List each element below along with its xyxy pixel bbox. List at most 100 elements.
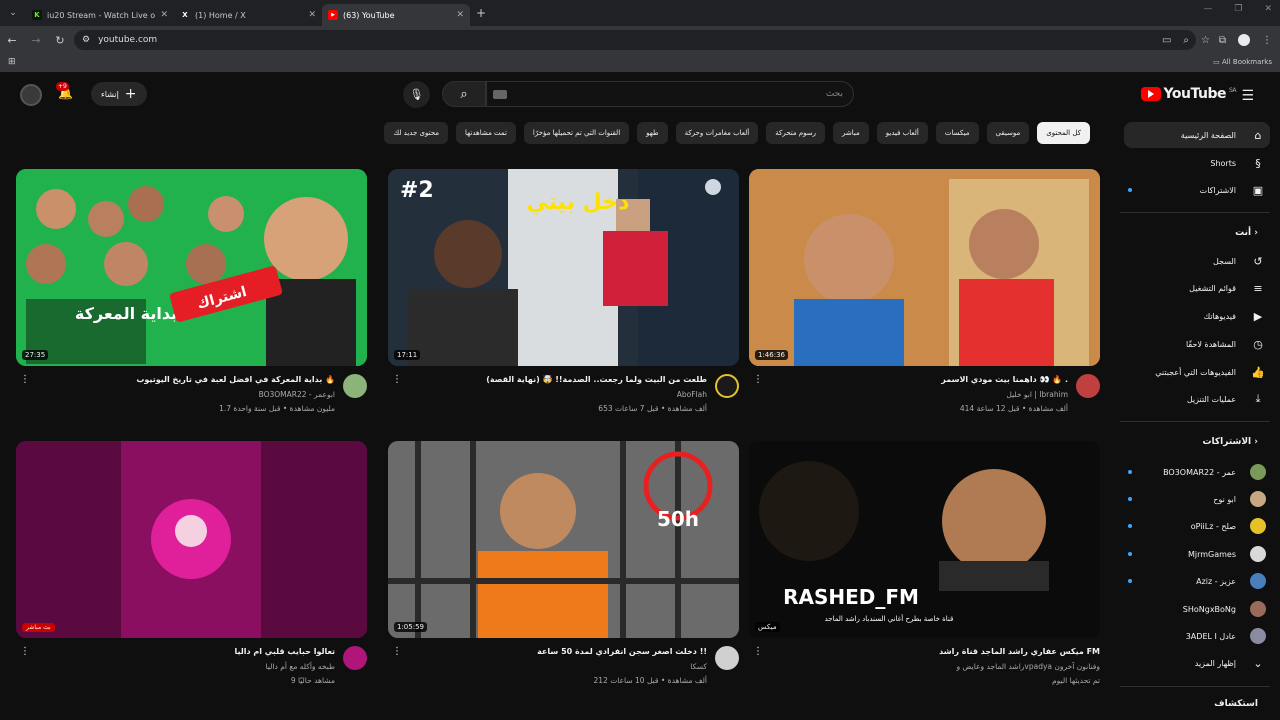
sidebar-item-your-videos[interactable]: فيديوهاتك ▶: [1124, 303, 1270, 329]
video-card[interactable]: 50h 1:05:59 دخلت اصغر سجن انفرادي لمدة 5…: [388, 441, 739, 702]
video-card[interactable]: بث مباشر تعالوا حبايب قلبي ام داليا طبخه…: [16, 441, 367, 702]
back-arrow-icon[interactable]: ←: [0, 34, 24, 47]
channel-avatar[interactable]: [343, 374, 367, 398]
sidebar-show-more[interactable]: إظهار المزيد ⌄: [1124, 650, 1270, 676]
video-card[interactable]: 1:46:36 داهمنا بيت مودي الاسمر 👀 🔥 . ابو…: [749, 169, 1100, 430]
video-card[interactable]: بداية المعركة اشتراك 27:35 بداية المعركة…: [16, 169, 367, 430]
more-options-icon[interactable]: ⋮: [392, 374, 402, 385]
browser-menu-icon[interactable]: ⋮: [1262, 35, 1272, 46]
apps-grid-icon[interactable]: ⊞: [8, 57, 16, 67]
more-options-icon[interactable]: ⋮: [753, 646, 763, 657]
close-window-icon[interactable]: ✕: [1264, 4, 1272, 14]
more-options-icon[interactable]: ⋮: [753, 374, 763, 385]
video-title[interactable]: ميكس عفاري راشد الماجد قناة راشد FM: [800, 646, 1100, 658]
sidebar-item-shorts[interactable]: Shorts §: [1124, 150, 1270, 176]
chip-music[interactable]: موسيقى: [986, 122, 1030, 144]
channel-avatar[interactable]: [343, 646, 367, 670]
all-bookmarks-button[interactable]: ▭ All Bookmarks: [1213, 58, 1272, 66]
sidebar-item-watch-later[interactable]: المشاهدة لاحقًا ◷: [1124, 331, 1270, 357]
more-options-icon[interactable]: ⋮: [392, 646, 402, 657]
chip-new-to-you[interactable]: محتوى جديد لك: [384, 122, 449, 144]
video-title[interactable]: بداية المعركة في افضل لعبة في تاريخ اليو…: [35, 374, 335, 386]
youtube-logo[interactable]: YouTube SA: [1140, 86, 1237, 102]
more-options-icon[interactable]: ⋮: [20, 646, 30, 657]
chip-watched[interactable]: تمت مشاهدتها: [456, 122, 516, 144]
channel-name[interactable]: راشد الماجد وعايض وvpadya وفنانون آخرون: [956, 662, 1100, 671]
sidebar-item-liked-videos[interactable]: الفيديوهات التي أعجبتني 👍: [1124, 359, 1270, 385]
more-options-icon[interactable]: ⋮: [20, 374, 30, 385]
search-input[interactable]: بحث: [486, 81, 854, 107]
site-info-icon[interactable]: ⚙: [82, 35, 90, 45]
chip-all[interactable]: كل المحتوى: [1037, 122, 1090, 144]
sidebar-sub-3adel[interactable]: 3ADEL I عادل: [1124, 623, 1270, 649]
tab-search-icon[interactable]: ⌄: [0, 0, 26, 26]
close-icon[interactable]: ✕: [160, 10, 168, 20]
chip-action-adventure[interactable]: ألعاب مغامرات وحركة: [675, 122, 759, 144]
sidebar-you-header[interactable]: أنت ›: [1235, 228, 1258, 238]
browser-tab-kick[interactable]: K iu20 Stream - Watch Live on Ki ✕: [26, 4, 174, 26]
video-thumbnail[interactable]: بداية المعركة اشتراك 27:35: [16, 169, 367, 366]
video-thumbnail[interactable]: #2 دخل بيتي 17:11: [388, 169, 739, 366]
video-title[interactable]: دخلت اصغر سجن انفرادي لمدة 50 ساعة !!: [407, 646, 707, 658]
sidebar-item-history[interactable]: السجل ↺: [1124, 248, 1270, 274]
sidebar-item-downloads[interactable]: عمليات التنزيل ⤓: [1124, 386, 1270, 412]
browser-tab-youtube[interactable]: ▶ (63) YouTube ✕: [322, 4, 470, 26]
voice-search-button[interactable]: 🎙: [403, 81, 430, 108]
video-title[interactable]: طلعت من البيت ولما رجعت.. الصدمة!! 🤯 (نه…: [407, 374, 707, 386]
video-title[interactable]: تعالوا حبايب قلبي ام داليا: [35, 646, 335, 658]
new-tab-plus-icon[interactable]: +: [476, 6, 486, 20]
keyboard-icon[interactable]: [493, 90, 507, 99]
channel-name[interactable]: BO3OMAR22 - ابوعمر: [259, 390, 335, 399]
create-button[interactable]: إنشاء +: [91, 82, 147, 106]
sidebar-sub-shongxbong[interactable]: SHoNgxBoNg: [1124, 596, 1270, 622]
sidebar-sub-opiilz[interactable]: oPiiLz - صلح: [1124, 513, 1270, 539]
zoom-icon[interactable]: ⌕: [1183, 35, 1189, 46]
sidebar-sub-bo3omar22[interactable]: BO3OMAR22 - عمر: [1124, 459, 1270, 485]
sidebar-sub-mjrmgames[interactable]: MjrmGames: [1124, 541, 1270, 567]
chip-gaming[interactable]: ألعاب فيديو: [876, 122, 928, 144]
channel-name[interactable]: AboFlah: [677, 390, 707, 399]
channel-avatar[interactable]: [715, 374, 739, 398]
channel-avatar[interactable]: [1076, 374, 1100, 398]
video-thumbnail[interactable]: 1:46:36: [749, 169, 1100, 366]
sidebar-item-home[interactable]: الصفحة الرئيسية ⌂: [1124, 122, 1270, 148]
video-card[interactable]: RASHED_FM قناة خاصة بطرح أغاني السندباد …: [749, 441, 1100, 702]
minimize-icon[interactable]: —: [1203, 4, 1212, 14]
notifications-button[interactable]: 🔔 +9: [56, 82, 73, 100]
sidebar-sub-abo-nouh[interactable]: ابو نوح: [1124, 486, 1270, 512]
guide-menu-icon[interactable]: ☰: [1241, 88, 1254, 104]
reload-icon[interactable]: ↻: [48, 34, 72, 47]
close-icon[interactable]: ✕: [308, 10, 316, 20]
chip-cooking[interactable]: طهو: [637, 122, 668, 144]
channel-avatar[interactable]: [715, 646, 739, 670]
browser-tab-x[interactable]: X (1) Home / X ✕: [174, 4, 322, 26]
video-card[interactable]: #2 دخل بيتي 17:11 طلعت من البيت ولما رجع…: [388, 169, 739, 430]
sidebar-item-label: BO3OMAR22 - عمر: [1163, 467, 1236, 477]
sidebar-sub-aziz[interactable]: Aziz - عزيز: [1124, 568, 1270, 594]
video-thumbnail[interactable]: 50h 1:05:59: [388, 441, 739, 638]
profile-avatar-icon[interactable]: [1238, 34, 1250, 46]
chip-recently-uploaded[interactable]: القنوات التي تم تحميلها مؤخرًا: [523, 122, 630, 144]
channel-name[interactable]: طبخه وأكله مع أم داليا: [266, 662, 335, 671]
sidebar-item-playlists[interactable]: قوائم التشغيل ≡: [1124, 275, 1270, 301]
sidebar-item-subscriptions[interactable]: الاشتراكات ▣: [1124, 177, 1270, 203]
video-thumbnail[interactable]: بث مباشر: [16, 441, 367, 638]
chip-live[interactable]: مباشر: [833, 122, 869, 144]
sidebar-subscriptions-header[interactable]: الاشتراكات ›: [1202, 437, 1258, 447]
account-avatar[interactable]: [20, 84, 42, 106]
forward-arrow-icon[interactable]: →: [24, 34, 48, 47]
close-icon[interactable]: ✕: [456, 10, 464, 20]
sidebar-item-label: SHoNgxBoNg: [1182, 604, 1236, 614]
channel-name[interactable]: ابو خليل | Ibrahim: [1006, 390, 1068, 399]
address-bar[interactable]: ⚙ youtube.com: [74, 30, 1196, 50]
chip-mixes[interactable]: ميكسات: [935, 122, 979, 144]
video-thumbnail[interactable]: RASHED_FM قناة خاصة بطرح أغاني السندباد …: [749, 441, 1100, 638]
video-title[interactable]: داهمنا بيت مودي الاسمر 👀 🔥 .: [768, 374, 1068, 386]
cast-icon[interactable]: ▭: [1162, 35, 1171, 46]
bookmark-star-icon[interactable]: ☆: [1201, 35, 1210, 46]
maximize-icon[interactable]: ❐: [1234, 4, 1242, 14]
chip-animation[interactable]: رسوم متحركة: [766, 122, 826, 144]
channel-name[interactable]: كسكا: [690, 662, 707, 671]
search-button[interactable]: ⌕: [442, 81, 486, 107]
extensions-puzzle-icon[interactable]: ⧉: [1219, 35, 1226, 46]
